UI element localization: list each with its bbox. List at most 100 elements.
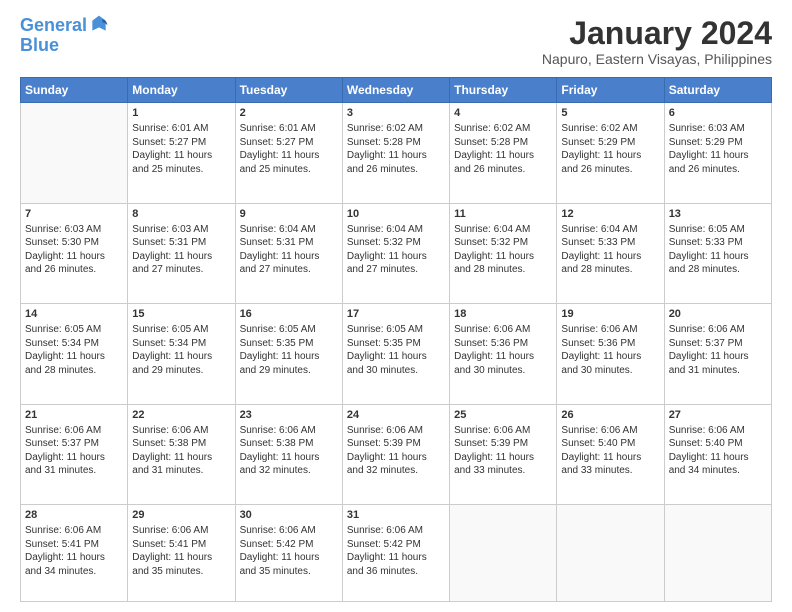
table-row: 22Sunrise: 6:06 AMSunset: 5:38 PMDayligh…	[128, 404, 235, 505]
day-info: and 35 minutes.	[240, 565, 338, 579]
day-info: Sunset: 5:32 PM	[454, 236, 552, 250]
day-info: Sunset: 5:32 PM	[347, 236, 445, 250]
calendar-table: Sunday Monday Tuesday Wednesday Thursday…	[20, 77, 772, 602]
day-number: 14	[25, 307, 123, 322]
day-info: Daylight: 11 hours	[561, 451, 659, 465]
page: General Blue January 2024 Napuro, Easter…	[0, 0, 792, 612]
day-info: Daylight: 11 hours	[25, 451, 123, 465]
table-row: 14Sunrise: 6:05 AMSunset: 5:34 PMDayligh…	[21, 304, 128, 405]
day-number: 7	[25, 207, 123, 222]
day-info: Sunset: 5:33 PM	[561, 236, 659, 250]
day-info: Sunrise: 6:05 AM	[25, 323, 123, 337]
day-info: Sunset: 5:31 PM	[132, 236, 230, 250]
day-info: Sunrise: 6:03 AM	[132, 223, 230, 237]
day-number: 22	[132, 408, 230, 423]
day-number: 2	[240, 106, 338, 121]
day-number: 12	[561, 207, 659, 222]
day-number: 24	[347, 408, 445, 423]
table-row: 25Sunrise: 6:06 AMSunset: 5:39 PMDayligh…	[450, 404, 557, 505]
day-info: Sunset: 5:27 PM	[240, 136, 338, 150]
day-number: 21	[25, 408, 123, 423]
day-number: 29	[132, 508, 230, 523]
day-info: Sunrise: 6:06 AM	[132, 524, 230, 538]
header-tuesday: Tuesday	[235, 78, 342, 103]
day-info: Daylight: 11 hours	[561, 250, 659, 264]
day-number: 27	[669, 408, 767, 423]
day-number: 17	[347, 307, 445, 322]
day-info: Sunrise: 6:02 AM	[454, 122, 552, 136]
day-number: 19	[561, 307, 659, 322]
day-info: Daylight: 11 hours	[669, 350, 767, 364]
table-row: 7Sunrise: 6:03 AMSunset: 5:30 PMDaylight…	[21, 203, 128, 304]
calendar-row-5: 28Sunrise: 6:06 AMSunset: 5:41 PMDayligh…	[21, 505, 772, 602]
day-info: Sunrise: 6:06 AM	[240, 524, 338, 538]
day-info: and 34 minutes.	[669, 464, 767, 478]
day-info: and 26 minutes.	[454, 163, 552, 177]
day-info: Sunrise: 6:06 AM	[561, 323, 659, 337]
day-info: and 29 minutes.	[240, 364, 338, 378]
table-row: 3Sunrise: 6:02 AMSunset: 5:28 PMDaylight…	[342, 103, 449, 204]
table-row	[557, 505, 664, 602]
title-block: January 2024 Napuro, Eastern Visayas, Ph…	[542, 16, 772, 67]
day-info: Sunrise: 6:01 AM	[132, 122, 230, 136]
day-info: Sunset: 5:41 PM	[25, 538, 123, 552]
day-info: and 36 minutes.	[347, 565, 445, 579]
day-info: Daylight: 11 hours	[347, 551, 445, 565]
day-number: 31	[347, 508, 445, 523]
calendar-row-1: 1Sunrise: 6:01 AMSunset: 5:27 PMDaylight…	[21, 103, 772, 204]
table-row: 26Sunrise: 6:06 AMSunset: 5:40 PMDayligh…	[557, 404, 664, 505]
table-row: 5Sunrise: 6:02 AMSunset: 5:29 PMDaylight…	[557, 103, 664, 204]
table-row: 23Sunrise: 6:06 AMSunset: 5:38 PMDayligh…	[235, 404, 342, 505]
day-number: 11	[454, 207, 552, 222]
day-info: Sunset: 5:34 PM	[25, 337, 123, 351]
calendar-row-3: 14Sunrise: 6:05 AMSunset: 5:34 PMDayligh…	[21, 304, 772, 405]
table-row: 30Sunrise: 6:06 AMSunset: 5:42 PMDayligh…	[235, 505, 342, 602]
table-row: 13Sunrise: 6:05 AMSunset: 5:33 PMDayligh…	[664, 203, 771, 304]
day-info: Sunrise: 6:06 AM	[669, 424, 767, 438]
table-row: 24Sunrise: 6:06 AMSunset: 5:39 PMDayligh…	[342, 404, 449, 505]
day-info: and 33 minutes.	[454, 464, 552, 478]
day-info: Sunset: 5:30 PM	[25, 236, 123, 250]
day-info: Daylight: 11 hours	[454, 451, 552, 465]
day-info: Sunset: 5:29 PM	[561, 136, 659, 150]
day-info: Sunset: 5:42 PM	[240, 538, 338, 552]
header-monday: Monday	[128, 78, 235, 103]
table-row: 9Sunrise: 6:04 AMSunset: 5:31 PMDaylight…	[235, 203, 342, 304]
day-info: Sunrise: 6:06 AM	[347, 424, 445, 438]
day-info: Sunset: 5:41 PM	[132, 538, 230, 552]
day-info: Sunrise: 6:03 AM	[669, 122, 767, 136]
table-row	[664, 505, 771, 602]
day-info: and 28 minutes.	[561, 263, 659, 277]
logo-icon	[89, 14, 109, 34]
day-info: Sunrise: 6:05 AM	[132, 323, 230, 337]
table-row: 27Sunrise: 6:06 AMSunset: 5:40 PMDayligh…	[664, 404, 771, 505]
day-info: Daylight: 11 hours	[454, 250, 552, 264]
header: General Blue January 2024 Napuro, Easter…	[20, 16, 772, 67]
day-info: and 33 minutes.	[561, 464, 659, 478]
table-row	[21, 103, 128, 204]
location: Napuro, Eastern Visayas, Philippines	[542, 51, 772, 67]
table-row: 11Sunrise: 6:04 AMSunset: 5:32 PMDayligh…	[450, 203, 557, 304]
day-info: and 28 minutes.	[454, 263, 552, 277]
header-saturday: Saturday	[664, 78, 771, 103]
table-row: 4Sunrise: 6:02 AMSunset: 5:28 PMDaylight…	[450, 103, 557, 204]
day-info: Sunrise: 6:02 AM	[347, 122, 445, 136]
day-info: Sunset: 5:40 PM	[561, 437, 659, 451]
table-row: 17Sunrise: 6:05 AMSunset: 5:35 PMDayligh…	[342, 304, 449, 405]
day-info: Sunset: 5:28 PM	[454, 136, 552, 150]
table-row: 29Sunrise: 6:06 AMSunset: 5:41 PMDayligh…	[128, 505, 235, 602]
day-info: Sunset: 5:34 PM	[132, 337, 230, 351]
day-info: Sunset: 5:37 PM	[669, 337, 767, 351]
day-info: and 34 minutes.	[25, 565, 123, 579]
day-info: Sunset: 5:35 PM	[240, 337, 338, 351]
day-info: Daylight: 11 hours	[132, 551, 230, 565]
day-number: 20	[669, 307, 767, 322]
day-info: Sunrise: 6:04 AM	[240, 223, 338, 237]
day-info: and 30 minutes.	[347, 364, 445, 378]
month-title: January 2024	[542, 16, 772, 51]
table-row: 2Sunrise: 6:01 AMSunset: 5:27 PMDaylight…	[235, 103, 342, 204]
day-info: and 31 minutes.	[132, 464, 230, 478]
day-info: and 27 minutes.	[132, 263, 230, 277]
table-row: 15Sunrise: 6:05 AMSunset: 5:34 PMDayligh…	[128, 304, 235, 405]
day-number: 13	[669, 207, 767, 222]
